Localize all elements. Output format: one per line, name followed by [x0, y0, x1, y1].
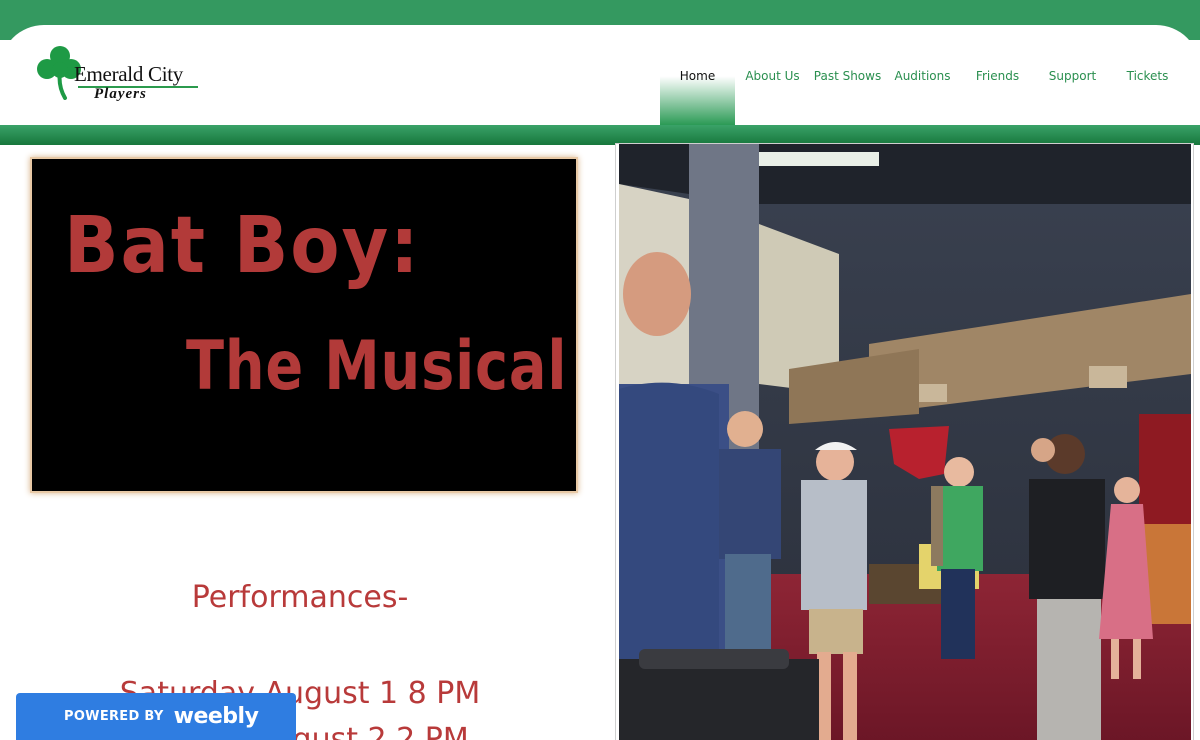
logo-name: Emerald City: [74, 62, 183, 86]
nav-item-auditions[interactable]: Auditions: [885, 60, 960, 125]
header-underbar: [0, 125, 1200, 145]
main-nav: Home About Us Past Shows Auditions Frien…: [660, 60, 1185, 125]
rehearsal-photo-image: [619, 144, 1191, 740]
performances-heading: Performances-: [191, 580, 409, 615]
nav-item-support[interactable]: Support: [1035, 60, 1110, 125]
logo-subtitle: Players: [94, 86, 147, 102]
nav-item-friends[interactable]: Friends: [960, 60, 1035, 125]
show-poster: Bat Boy: The Musical: [30, 157, 578, 493]
weebly-logo: weebly: [173, 704, 259, 729]
weebly-powered-text: POWERED BY: [64, 709, 164, 724]
nav-item-about-us[interactable]: About Us: [735, 60, 810, 125]
rehearsal-photo: [615, 143, 1194, 740]
nav-item-past-shows[interactable]: Past Shows: [810, 60, 885, 125]
site-logo[interactable]: Emerald City Players: [34, 44, 199, 106]
nav-item-home[interactable]: Home: [660, 60, 735, 125]
poster-title-line2: The Musical: [186, 327, 568, 406]
weebly-badge[interactable]: POWERED BY weebly: [16, 693, 296, 740]
nav-item-tickets[interactable]: Tickets: [1110, 60, 1185, 125]
poster-title-line1: Bat Boy:: [64, 201, 421, 291]
